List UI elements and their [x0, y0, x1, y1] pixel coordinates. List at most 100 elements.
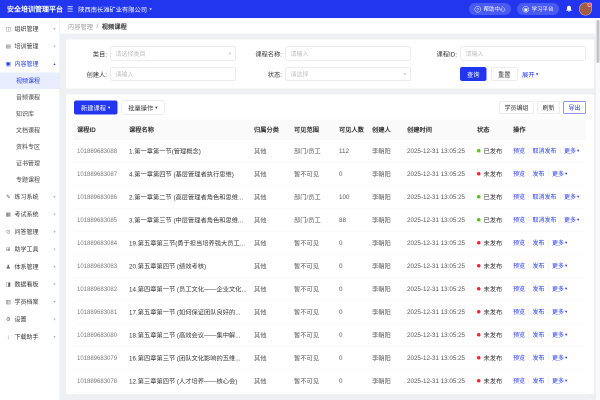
page-scrollbar[interactable] [596, 18, 600, 400]
publish-toggle-link[interactable]: 取消发布 [533, 216, 557, 225]
preview-link[interactable]: 预览 [513, 193, 525, 202]
sidebar-subitem-video-course[interactable]: 视频课程 [0, 73, 60, 90]
sidebar-subitem-doc-course[interactable]: 文档课程 [0, 122, 60, 139]
batch-actions-button[interactable]: 批量操作 ▾ [121, 101, 164, 115]
sidebar-subitem-knowledge-base[interactable]: 知识库 [0, 106, 60, 123]
cell-course-name: 14.第四章第一节 (员工文化——企业文化... [126, 277, 251, 300]
row-actions: 预览发布更多▾ [513, 354, 583, 363]
scrollbar-thumb[interactable] [597, 20, 600, 63]
publish-toggle-link[interactable]: 发布 [533, 170, 545, 179]
more-link[interactable]: 更多▾ [552, 239, 567, 248]
sidebar-item-practice-system[interactable]: ✎练习系统▾ [0, 188, 60, 206]
bell-icon[interactable] [565, 5, 573, 13]
sidebar-collapse-icon[interactable]: ☰ [67, 5, 73, 14]
student-group-button[interactable]: 学员编组 [499, 101, 534, 114]
sidebar-item-student-archive[interactable]: ▥学员档案▾ [0, 293, 60, 311]
more-link[interactable]: 更多▾ [552, 354, 567, 363]
sidebar-item-download-helper[interactable]: ↓下载助手▾ [0, 328, 60, 346]
learning-platform-button[interactable]: ▣ 学习平台 [517, 3, 559, 15]
company-name: 陕西南长滩矿业有限公司 [78, 4, 147, 14]
preview-link[interactable]: 预览 [513, 216, 525, 225]
row-actions: 预览发布更多▾ [513, 331, 583, 340]
sidebar-item-content-management[interactable]: ▣内容管理▴ [0, 55, 60, 73]
cell-category: 其他 [251, 185, 291, 208]
publish-toggle-link[interactable]: 取消发布 [533, 193, 557, 202]
preview-link[interactable]: 预览 [513, 285, 525, 294]
more-link[interactable]: 更多▾ [552, 308, 567, 317]
sidebar-item-system-management[interactable]: ♟体系管理▾ [0, 258, 60, 276]
publish-toggle-link[interactable]: 取消发布 [533, 147, 557, 156]
topbar: 安全培训管理平台 ☰ 陕西南长滩矿业有限公司 ▾ ? 帮助中心 ▣ 学习平台 [0, 0, 600, 18]
sidebar-subitem-certificate-management[interactable]: 证书管理 [0, 155, 60, 172]
sidebar-item-settings[interactable]: ⚙设置▾ [0, 311, 60, 329]
preview-link[interactable]: 预览 [513, 147, 525, 156]
publish-toggle-link[interactable]: 发布 [533, 262, 545, 271]
table-row: 10188968307812.第三章第四节 (人才培养——核心会)其他暂不可见0… [74, 369, 586, 392]
column-header: 归属分类 [251, 120, 291, 140]
user-avatar[interactable] [579, 3, 592, 16]
filter-field-category: 类目:请选择类目▾ [74, 47, 236, 61]
refresh-button[interactable]: 刷新 [537, 101, 560, 114]
more-link[interactable]: 更多▾ [552, 285, 567, 294]
breadcrumb-parent[interactable]: 内容管理 [68, 21, 93, 31]
sidebar-item-org-management[interactable]: ◫组织管理▾ [0, 20, 60, 38]
more-link[interactable]: 更多▾ [564, 216, 579, 225]
toolbar-right-buttons: 学员编组刷新导出 [499, 101, 586, 114]
sidebar-item-data-dashboard[interactable]: ◨数据看板▾ [0, 276, 60, 294]
cell-scope: 暂不可见 [291, 277, 336, 300]
preview-link[interactable]: 预览 [513, 239, 525, 248]
more-link[interactable]: 更多▾ [564, 193, 579, 202]
sidebar-subitem-audio-course[interactable]: 音频课程 [0, 89, 60, 106]
sidebar-item-label: 体系管理 [15, 263, 51, 272]
more-link[interactable]: 更多▾ [552, 331, 567, 340]
sidebar-item-exam-system[interactable]: ▦考试系统▾ [0, 206, 60, 224]
cell-created-at: 2025-12-31 13:05:25 [404, 323, 474, 346]
reset-button[interactable]: 重置 [491, 67, 518, 81]
status-text: 已发布 [484, 146, 503, 156]
preview-link[interactable]: 预览 [513, 354, 525, 363]
cell-category: 其他 [251, 208, 291, 231]
action-divider [529, 148, 530, 154]
company-selector[interactable]: 陕西南长滩矿业有限公司 ▾ [78, 4, 152, 14]
more-link[interactable]: 更多▾ [552, 170, 567, 179]
sidebar-subitem-material-zone[interactable]: 资料专区 [0, 139, 60, 156]
chevron-down-icon: ▾ [53, 195, 55, 200]
preview-link[interactable]: 预览 [513, 331, 525, 340]
sidebar-item-training-management[interactable]: ▤培训管理▾ [0, 38, 60, 56]
cell-course-id: 101889683078 [74, 369, 126, 392]
sidebar-item-study-tools[interactable]: ⊞助学工具▾ [0, 241, 60, 259]
question-icon: ? [475, 6, 482, 13]
preview-link[interactable]: 预览 [513, 308, 525, 317]
status-badge: 已发布 [477, 215, 507, 225]
preview-link[interactable]: 预览 [513, 170, 525, 179]
publish-toggle-link[interactable]: 发布 [533, 285, 545, 294]
new-course-button[interactable]: 新建课程 ▾ [74, 101, 117, 115]
more-link[interactable]: 更多▾ [552, 377, 567, 386]
student-archive-icon: ▥ [5, 299, 12, 306]
course-name-input[interactable]: 请输入 [286, 47, 412, 61]
sidebar-item-qa-management[interactable]: ⊙问答管理▾ [0, 223, 60, 241]
publish-toggle-link[interactable]: 发布 [533, 331, 545, 340]
status-badge: 未发布 [477, 353, 507, 363]
table-header-row: 课程ID课程名称归属分类可见范围可见人数创建人创建时间状态操作 [74, 120, 586, 140]
cell-created-at: 2025-12-31 13:05:25 [404, 185, 474, 208]
expand-filters-link[interactable]: 展开▾ [522, 69, 538, 79]
more-link[interactable]: 更多▾ [564, 147, 579, 156]
course-id-input[interactable]: 请输入 [461, 47, 587, 61]
publish-toggle-link[interactable]: 发布 [533, 308, 545, 317]
cell-visible-count: 0 [336, 277, 369, 300]
publish-toggle-link[interactable]: 发布 [533, 354, 545, 363]
help-center-button[interactable]: ? 帮助中心 [469, 3, 511, 15]
status-select[interactable]: 请选择▾ [286, 67, 412, 81]
preview-link[interactable]: 预览 [513, 377, 525, 386]
cell-visible-count: 0 [336, 323, 369, 346]
sidebar-subitem-topic-course[interactable]: 专题课程 [0, 172, 60, 189]
search-button[interactable]: 查询 [460, 67, 487, 81]
creator-input[interactable]: 请输入 [111, 67, 237, 81]
publish-toggle-link[interactable]: 发布 [533, 239, 545, 248]
category-select[interactable]: 请选择类目▾ [111, 47, 237, 61]
export-button[interactable]: 导出 [563, 101, 586, 114]
preview-link[interactable]: 预览 [513, 262, 525, 271]
more-link[interactable]: 更多▾ [552, 262, 567, 271]
publish-toggle-link[interactable]: 发布 [533, 377, 545, 386]
